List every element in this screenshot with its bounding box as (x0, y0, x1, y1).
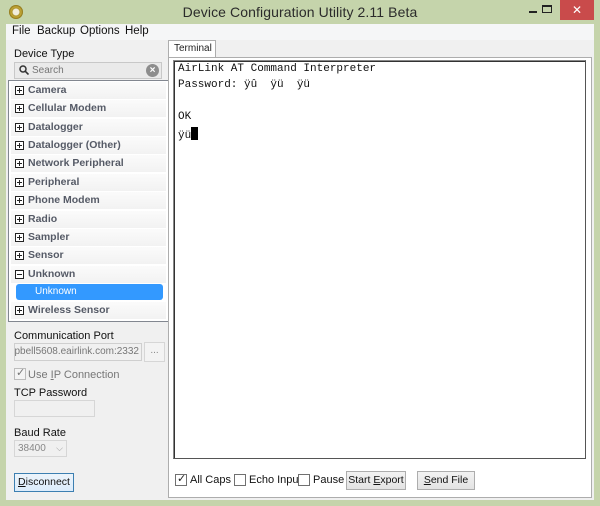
start-export-button[interactable]: Start Export (346, 471, 406, 490)
tree-item-label: Unknown (28, 268, 76, 280)
tcp-password-label: TCP Password (14, 387, 88, 399)
tcp-password-field (14, 400, 95, 417)
expand-icon[interactable] (15, 306, 24, 315)
tree-item-network-peripheral[interactable]: Network Peripheral (11, 155, 166, 172)
baud-rate-label: Baud Rate (14, 427, 66, 439)
tree-item-radio[interactable]: Radio (11, 211, 166, 228)
search-icon (19, 65, 29, 75)
menu-options[interactable]: Options (80, 25, 120, 37)
baud-rate-select: 38400 ⌵ (14, 440, 67, 457)
collapse-icon[interactable] (15, 270, 24, 279)
text-cursor (191, 127, 199, 140)
terminal-output[interactable]: AirLink AT Command Interpreter Password:… (173, 60, 586, 459)
expand-icon[interactable] (15, 86, 24, 95)
tree-item-label: Datalogger (Other) (28, 139, 121, 151)
communication-port-value: campbell5608.eairlink.com:2332 (14, 346, 139, 357)
menu-bar: File Backup Options Help (6, 24, 594, 40)
menu-file[interactable]: File (12, 25, 31, 37)
tree-child-label: Unknown (35, 286, 77, 297)
close-button[interactable]: ✕ (560, 0, 594, 20)
tree-item-label: Network Peripheral (28, 157, 124, 169)
tree-item-phone-modem[interactable]: Phone Modem (11, 192, 166, 209)
search-box[interactable]: × (14, 62, 162, 79)
use-ip-label: Use IP Connection (28, 369, 120, 381)
disconnect-button[interactable]: Disconnect (14, 473, 74, 492)
browse-port-button: ... (144, 342, 165, 362)
tree-item-label: Sampler (28, 231, 70, 243)
tree-item-label: Datalogger (28, 121, 83, 133)
menu-backup[interactable]: Backup (37, 25, 75, 37)
clear-search-icon[interactable]: × (146, 64, 159, 77)
tree-item-peripheral[interactable]: Peripheral (11, 174, 166, 191)
send-file-button[interactable]: Send File (417, 471, 475, 490)
window-title: Device Configuration Utility 2.11 Beta (182, 4, 418, 20)
title-bar: Device Configuration Utility 2.11 Beta ✕ (0, 0, 600, 24)
maximize-icon (542, 5, 552, 13)
menu-help[interactable]: Help (125, 25, 149, 37)
terminal-line: Password: ÿû ÿü ÿü (178, 79, 311, 91)
tab-terminal[interactable]: Terminal (168, 40, 216, 58)
close-icon: ✕ (571, 3, 583, 17)
device-type-tree[interactable]: Camera Cellular Modem Datalogger Datalog… (8, 80, 169, 322)
baud-rate-value: 38400 (18, 443, 46, 454)
device-type-label: Device Type (14, 48, 75, 60)
expand-icon[interactable] (15, 141, 24, 150)
tree-item-label: Wireless Sensor (28, 304, 110, 316)
client-area: File Backup Options Help Device Type × C… (6, 24, 594, 500)
expand-icon[interactable] (15, 251, 24, 260)
expand-icon[interactable] (15, 178, 24, 187)
app-window: Device Configuration Utility 2.11 Beta ✕… (0, 0, 600, 506)
chevron-down-icon: ⌵ (56, 443, 63, 453)
echo-input-label: Echo Input (249, 474, 302, 486)
communication-port-field: campbell5608.eairlink.com:2332 (14, 343, 142, 361)
use-ip-checkbox: ✓ (14, 367, 26, 380)
expand-icon[interactable] (15, 233, 24, 242)
tree-item-datalogger-other[interactable]: Datalogger (Other) (11, 137, 166, 154)
all-caps-checkbox[interactable]: ✓ (175, 473, 187, 486)
echo-input-checkbox[interactable] (234, 474, 246, 486)
all-caps-label: All Caps (190, 474, 231, 486)
communication-port-label: Communication Port (14, 330, 114, 342)
terminal-line: OK (178, 111, 192, 123)
tree-item-cellular-modem[interactable]: Cellular Modem (11, 100, 166, 117)
search-input[interactable] (32, 64, 142, 77)
expand-icon[interactable] (15, 196, 24, 205)
terminal-panel: AirLink AT Command Interpreter Password:… (168, 57, 592, 498)
expand-icon[interactable] (15, 123, 24, 132)
tree-item-datalogger[interactable]: Datalogger (11, 119, 166, 136)
checkmark-icon: ✓ (16, 367, 26, 379)
tree-child-unknown-selected[interactable]: Unknown (16, 284, 163, 300)
tree-item-label: Peripheral (28, 176, 80, 188)
pause-checkbox[interactable] (298, 474, 310, 486)
tree-item-label: Radio (28, 213, 58, 225)
terminal-line: AirLink AT Command Interpreter (178, 63, 377, 75)
tree-item-sensor[interactable]: Sensor (11, 247, 166, 264)
checkmark-icon: ✓ (177, 473, 187, 485)
tree-item-label: Cellular Modem (28, 102, 107, 114)
expand-icon[interactable] (15, 159, 24, 168)
expand-icon[interactable] (15, 104, 24, 113)
terminal-line-current: ÿü (178, 127, 199, 142)
maximize-button[interactable] (534, 0, 560, 20)
tree-item-unknown[interactable]: Unknown (11, 266, 166, 283)
tree-item-sampler[interactable]: Sampler (11, 229, 166, 246)
pause-label: Pause (313, 474, 345, 486)
expand-icon[interactable] (15, 215, 24, 224)
tree-item-camera[interactable]: Camera (11, 82, 166, 99)
tree-item-label: Sensor (28, 249, 64, 261)
tree-item-wireless-sensor[interactable]: Wireless Sensor (11, 302, 166, 319)
tree-item-label: Phone Modem (28, 194, 100, 206)
tree-item-label: Camera (28, 84, 67, 96)
